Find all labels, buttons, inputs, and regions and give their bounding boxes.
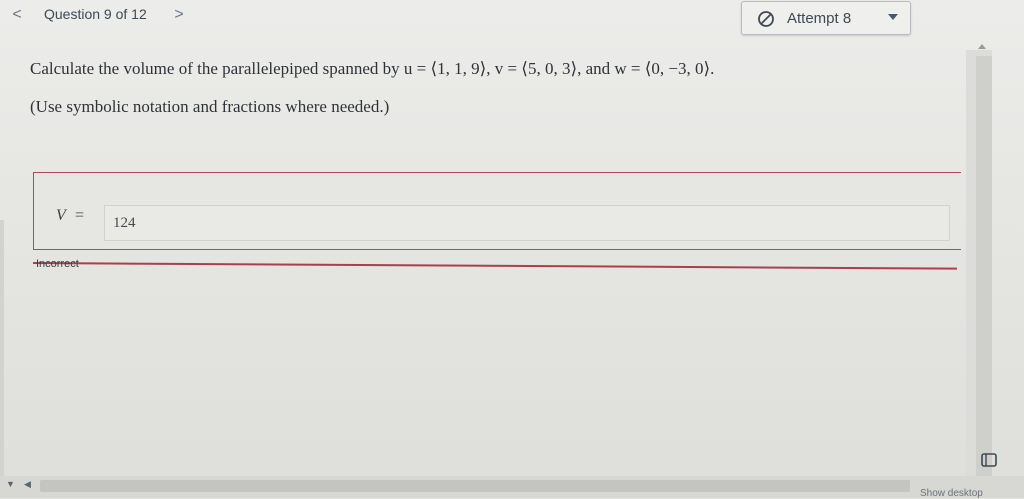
answer-equals-sign: = <box>75 207 85 224</box>
question-prompt: Calculate the volume of the parallelepip… <box>30 59 715 78</box>
question-hint: (Use symbolic notation and fractions whe… <box>30 97 390 116</box>
vertical-scrollbar-thumb[interactable] <box>976 56 992 476</box>
horizontal-scrollbar-thumb[interactable] <box>40 480 910 492</box>
scroll-down-arrow-icon[interactable]: ▼ <box>6 479 15 489</box>
no-entry-icon <box>758 11 774 27</box>
page: < Question 9 of 12 > Attempt 8 Calculate… <box>0 0 1024 499</box>
attempt-dropdown[interactable]: Attempt 8 <box>741 1 911 35</box>
window-restore-icon[interactable] <box>980 452 998 468</box>
answer-input[interactable] <box>104 205 950 241</box>
next-question-button[interactable]: > <box>170 4 188 26</box>
feedback-status: Incorrect <box>36 258 79 270</box>
question-counter: Question 9 of 12 <box>44 6 147 22</box>
left-edge-divider <box>0 220 4 490</box>
attempt-label: Attempt 8 <box>787 10 852 27</box>
answer-variable: V <box>56 207 66 224</box>
scroll-left-arrow-icon[interactable]: ◀ <box>24 479 31 490</box>
question-nav-bar: < Question 9 of 12 > Attempt 8 <box>0 0 1024 35</box>
caret-down-icon <box>888 14 898 20</box>
show-desktop-link[interactable]: Show desktop <box>920 488 983 499</box>
answer-panel: V = <box>33 172 961 250</box>
previous-question-button[interactable]: < <box>8 4 26 26</box>
answer-panel-divider <box>32 262 957 270</box>
scroll-up-arrow-icon[interactable] <box>978 44 986 49</box>
